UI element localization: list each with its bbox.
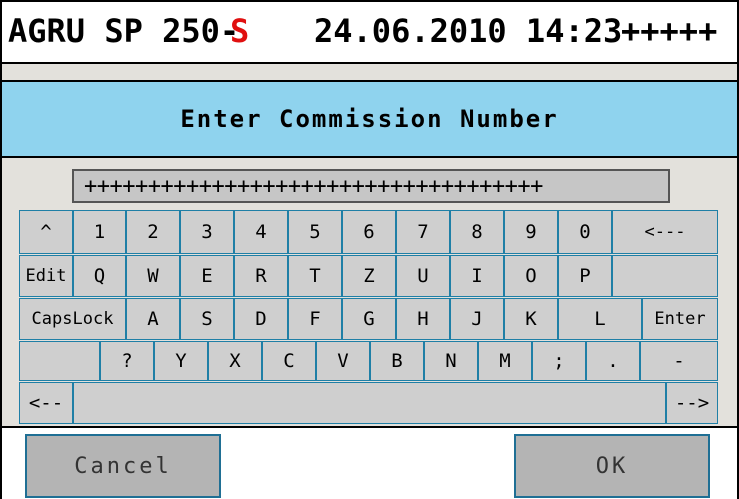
key-d[interactable]: D: [234, 298, 288, 340]
key-c[interactable]: C: [262, 341, 316, 381]
key-blank[interactable]: [612, 255, 718, 297]
key-e[interactable]: E: [180, 255, 234, 297]
key-w[interactable]: W: [126, 255, 180, 297]
key-enter[interactable]: Enter: [642, 298, 718, 340]
key-7[interactable]: 7: [396, 210, 450, 254]
key-x[interactable]: X: [208, 341, 262, 381]
key-v[interactable]: V: [316, 341, 370, 381]
key-y[interactable]: Y: [154, 341, 208, 381]
key-backspace[interactable]: <---: [612, 210, 718, 254]
key-semicolon[interactable]: ;: [532, 341, 586, 381]
key-f[interactable]: F: [288, 298, 342, 340]
key-question[interactable]: ?: [100, 341, 154, 381]
title-bar: Enter Commission Number: [2, 82, 737, 158]
key-space[interactable]: [73, 382, 666, 424]
ok-button[interactable]: OK: [514, 434, 710, 498]
key-3[interactable]: 3: [180, 210, 234, 254]
status-indicator: +++++: [621, 12, 718, 50]
key-n[interactable]: N: [424, 341, 478, 381]
machine-model: AGRU SP 250-: [8, 12, 240, 50]
key-4[interactable]: 4: [234, 210, 288, 254]
key-k[interactable]: K: [504, 298, 558, 340]
key-6[interactable]: 6: [342, 210, 396, 254]
header-bar: AGRU SP 250- S 24.06.2010 14:23 +++++: [2, 2, 737, 64]
key-a[interactable]: A: [126, 298, 180, 340]
key-z[interactable]: Z: [342, 255, 396, 297]
key-minus[interactable]: -: [640, 341, 718, 381]
key-s[interactable]: S: [180, 298, 234, 340]
screen-frame: AGRU SP 250- S 24.06.2010 14:23 +++++ En…: [0, 0, 739, 499]
key-period[interactable]: .: [586, 341, 640, 381]
key-caret[interactable]: ^: [19, 210, 73, 254]
key-p[interactable]: P: [558, 255, 612, 297]
commission-number-value: ++++++++++++++++++++++++++++++++++++: [84, 174, 543, 199]
key-r[interactable]: R: [234, 255, 288, 297]
key-2[interactable]: 2: [126, 210, 180, 254]
machine-variant: S: [230, 12, 250, 50]
key-g[interactable]: G: [342, 298, 396, 340]
key-u[interactable]: U: [396, 255, 450, 297]
key-5[interactable]: 5: [288, 210, 342, 254]
date-time: 24.06.2010 14:23: [314, 12, 623, 50]
key-q[interactable]: Q: [73, 255, 126, 297]
key-capslock[interactable]: CapsLock: [19, 298, 126, 340]
key-b[interactable]: B: [370, 341, 424, 381]
key-cursor-left[interactable]: <--: [19, 382, 73, 424]
key-h[interactable]: H: [396, 298, 450, 340]
key-cursor-right[interactable]: -->: [666, 382, 718, 424]
cancel-button[interactable]: Cancel: [25, 434, 221, 498]
key-edit[interactable]: Edit: [19, 255, 73, 297]
key-m[interactable]: M: [478, 341, 532, 381]
commission-number-field[interactable]: ++++++++++++++++++++++++++++++++++++: [72, 169, 670, 203]
key-t[interactable]: T: [288, 255, 342, 297]
key-1[interactable]: 1: [73, 210, 126, 254]
separator-strip: [2, 64, 737, 82]
key-blank[interactable]: [19, 341, 100, 381]
key-8[interactable]: 8: [450, 210, 504, 254]
key-i[interactable]: I: [450, 255, 504, 297]
key-l[interactable]: L: [558, 298, 642, 340]
key-j[interactable]: J: [450, 298, 504, 340]
key-9[interactable]: 9: [504, 210, 558, 254]
key-0[interactable]: 0: [558, 210, 612, 254]
key-o[interactable]: O: [504, 255, 558, 297]
page-title: Enter Commission Number: [180, 105, 559, 133]
